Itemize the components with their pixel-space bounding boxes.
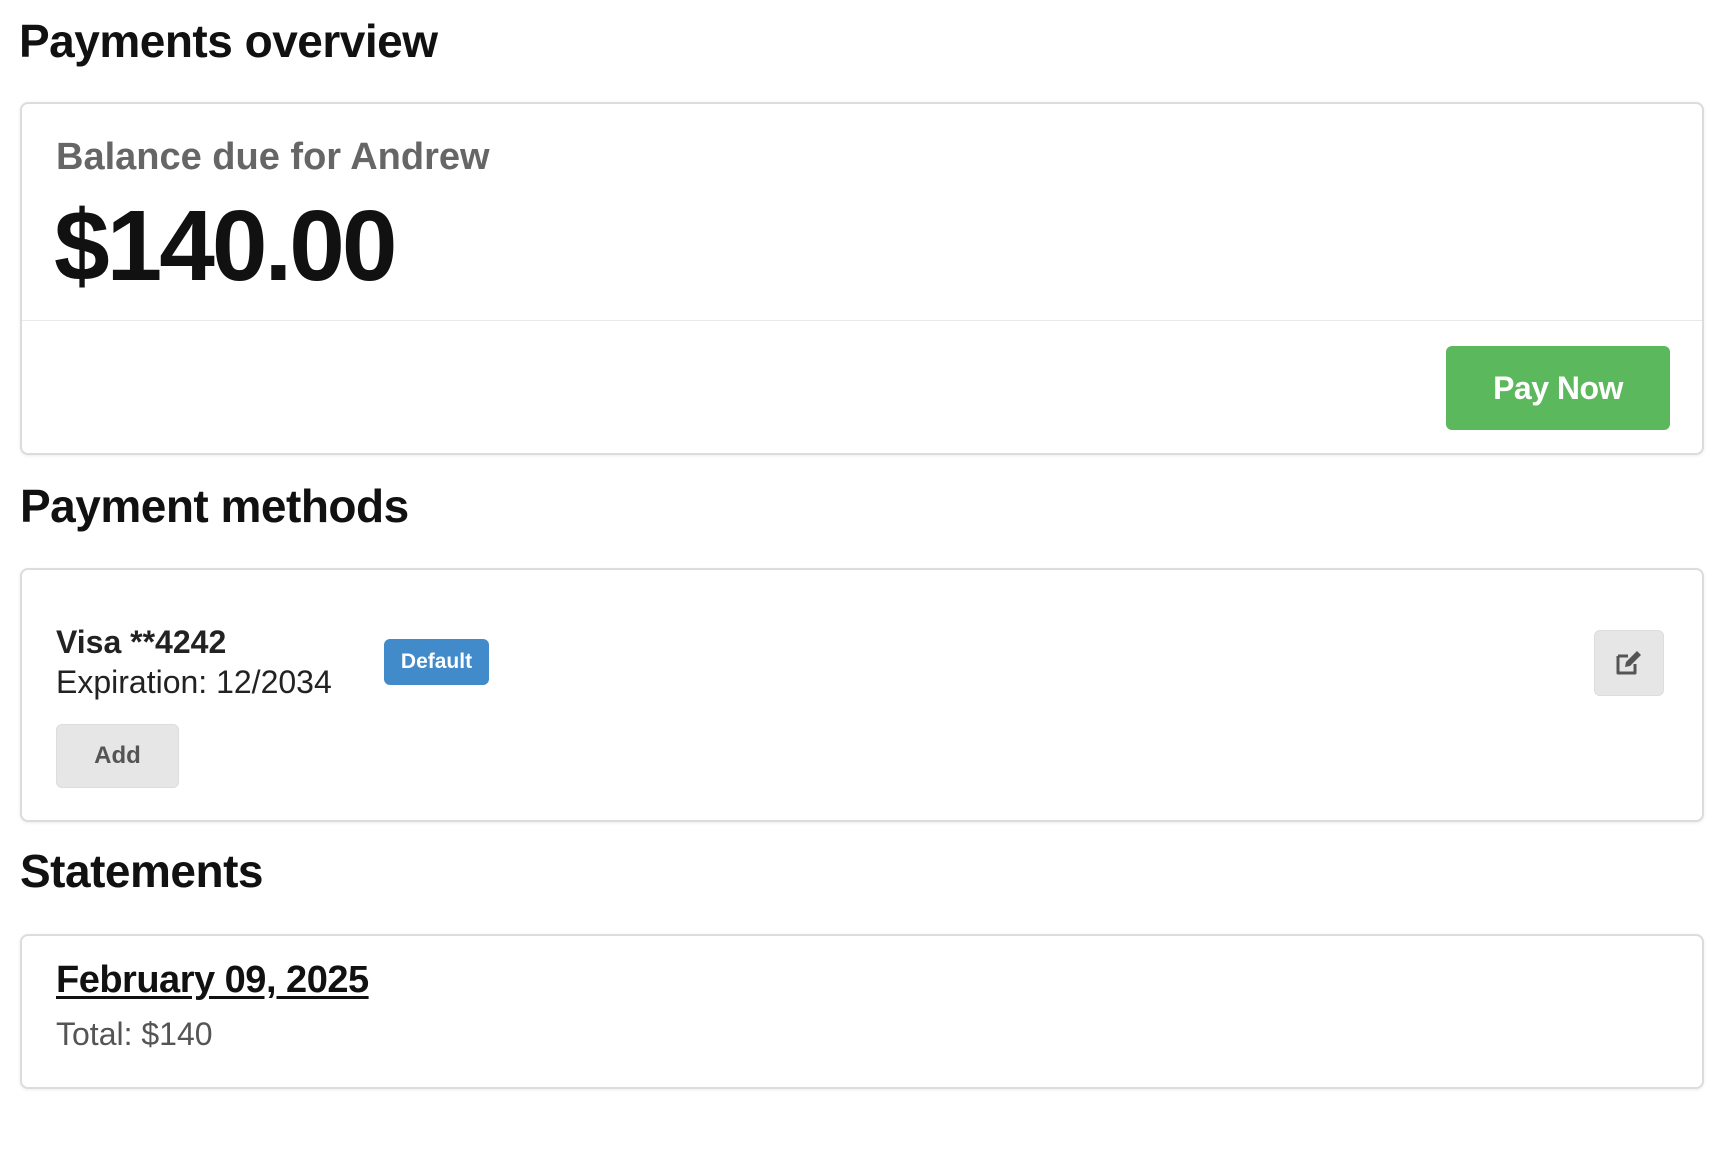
balance-amount: $140.00 xyxy=(54,190,397,302)
card-divider xyxy=(22,320,1702,321)
statements-title: Statements xyxy=(20,845,263,897)
balance-label: Balance due for Andrew xyxy=(56,136,490,178)
add-payment-method-button[interactable]: Add xyxy=(56,724,179,788)
card-name: Visa **4242 xyxy=(56,624,227,660)
edit-icon xyxy=(1616,651,1641,675)
edit-card-button[interactable] xyxy=(1594,630,1664,696)
statement-date-link[interactable]: February 09, 2025 xyxy=(56,959,369,1002)
card-expiration: Expiration: 12/2034 xyxy=(56,664,332,700)
pay-now-button[interactable]: Pay Now xyxy=(1446,346,1670,430)
statement-total: Total: $140 xyxy=(56,1016,213,1052)
balance-card: Balance due for Andrew $140.00 Pay Now xyxy=(20,102,1704,455)
payment-methods-title: Payment methods xyxy=(20,480,409,532)
page-title: Payments overview xyxy=(19,15,438,67)
payments-page: Payments overview Balance due for Andrew… xyxy=(0,0,1730,1160)
payment-methods-card: Visa **4242 Expiration: 12/2034 Default … xyxy=(20,568,1704,822)
statement-card: February 09, 2025 Total: $140 xyxy=(20,934,1704,1089)
default-badge: Default xyxy=(384,639,489,685)
